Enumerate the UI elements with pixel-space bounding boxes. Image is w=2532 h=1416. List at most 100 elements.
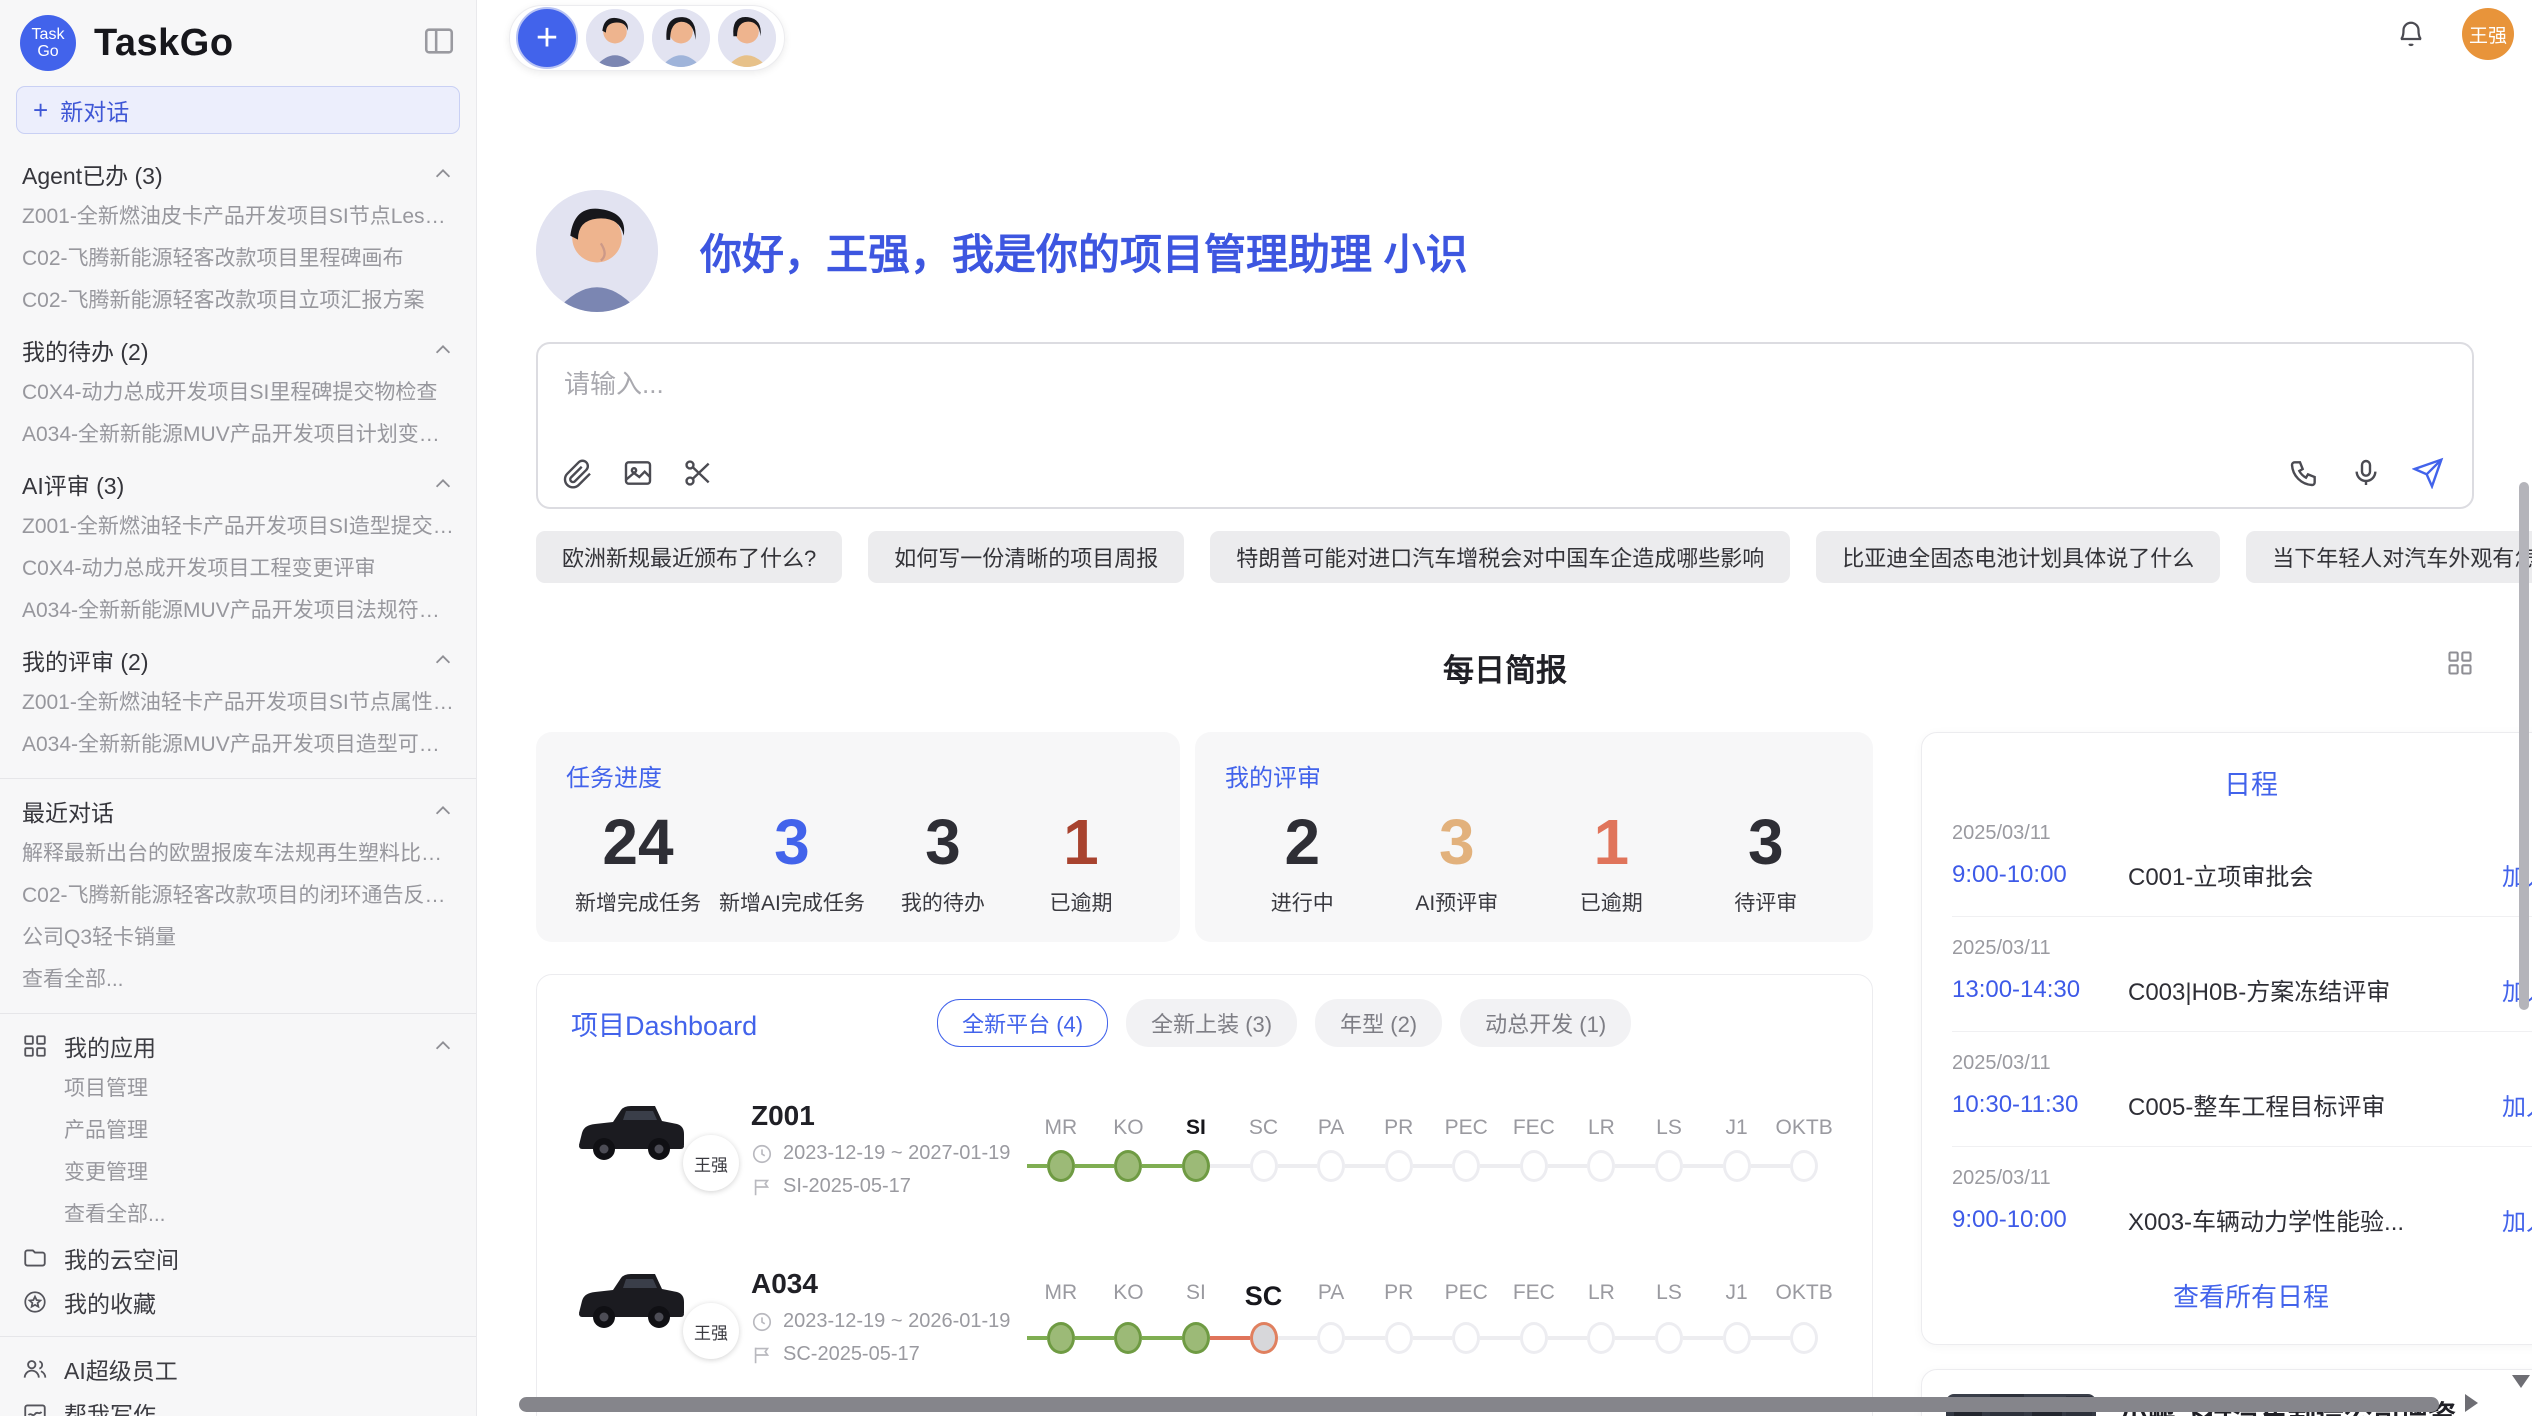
dashboard-title: 项目Dashboard — [571, 1004, 757, 1043]
stat-item: 3新增AI完成任务 — [719, 803, 865, 917]
dashboard-tab[interactable]: 年型 (2) — [1315, 999, 1442, 1047]
milestone-cell — [1230, 1322, 1298, 1354]
milestone-node[interactable] — [1182, 1150, 1210, 1182]
milestone-node[interactable] — [1520, 1150, 1548, 1182]
notification-bell-icon[interactable] — [2396, 19, 2426, 49]
vertical-scrollbar[interactable] — [2519, 482, 2529, 1010]
sidebar-link-我的云空间[interactable]: 我的云空间 — [22, 1236, 454, 1280]
milestone-node[interactable] — [1790, 1322, 1818, 1354]
milestone-node[interactable] — [1047, 1150, 1075, 1182]
app-menu-item[interactable]: 项目管理 — [22, 1068, 454, 1110]
sidebar-task-item[interactable]: C02-飞腾新能源轻客改款项目立项汇报方案 — [22, 280, 454, 322]
add-member-button[interactable]: + — [516, 7, 578, 69]
milestone-node[interactable] — [1723, 1150, 1751, 1182]
member-avatar[interactable] — [718, 9, 776, 67]
layout-grid-icon[interactable] — [2446, 649, 2474, 677]
sidebar-task-item[interactable]: A034-全新新能源MUV产品开发项目计划变更表编写 — [22, 414, 454, 456]
view-all-chats-link[interactable]: 查看全部... — [22, 959, 454, 1001]
member-avatar[interactable] — [586, 9, 644, 67]
suggestion-chip[interactable]: 当下年轻人对汽车外观有怎样的喜好趋势 — [2246, 531, 2532, 583]
project-period: 2023-12-19 ~ 2026-01-19 — [783, 1310, 1010, 1333]
sidebar-link-我的收藏[interactable]: 我的收藏 — [22, 1280, 454, 1324]
milestone-node[interactable] — [1587, 1150, 1615, 1182]
new-chat-button[interactable]: + 新对话 — [16, 86, 460, 134]
my-apps-header[interactable]: 我的应用 — [22, 1024, 454, 1068]
milestone-node[interactable] — [1250, 1322, 1278, 1354]
recent-chat-item[interactable]: 解释最新出台的欧盟报废车法规再生塑料比例被调至15%... — [22, 833, 454, 875]
chat-input-box[interactable] — [536, 342, 2474, 509]
milestone-node[interactable] — [1723, 1322, 1751, 1354]
milestone-node[interactable] — [1114, 1150, 1142, 1182]
scroll-down-arrow[interactable] — [2512, 1375, 2530, 1388]
milestone-node[interactable] — [1047, 1322, 1075, 1354]
milestone-segment — [1480, 1164, 1500, 1168]
milestone-node[interactable] — [1655, 1150, 1683, 1182]
attachment-icon[interactable] — [562, 457, 594, 489]
dashboard-tab[interactable]: 动总开发 (1) — [1460, 999, 1631, 1047]
sidebar-task-item[interactable]: C0X4-动力总成开发项目SI里程碑提交物检查 — [22, 372, 454, 414]
join-meeting-link[interactable]: 加入 — [2502, 1202, 2532, 1237]
milestone-node[interactable] — [1114, 1322, 1142, 1354]
sidebar-section-header: Agent已办 (3) — [22, 152, 454, 196]
app-menu-item[interactable]: 产品管理 — [22, 1110, 454, 1152]
milestone-segment — [1345, 1164, 1365, 1168]
schedule-line: 9:00-10:00C001-立项审批会加入 — [1952, 857, 2532, 892]
suggestion-chip[interactable]: 比亚迪全固态电池计划具体说了什么 — [1816, 531, 2220, 583]
milestone-segment — [1413, 1336, 1433, 1340]
milestone-node[interactable] — [1385, 1322, 1413, 1354]
phone-icon[interactable] — [2288, 457, 2320, 489]
horizontal-scrollbar[interactable] — [519, 1397, 2439, 1412]
sidebar-task-item[interactable]: A034-全新新能源MUV产品开发项目法规符合性评审 — [22, 590, 454, 632]
chevron-up-icon[interactable] — [432, 163, 454, 185]
recent-chat-item[interactable]: 公司Q3轻卡销量 — [22, 917, 454, 959]
stat-value: 2 — [1242, 803, 1362, 881]
milestone-node[interactable] — [1790, 1150, 1818, 1182]
chat-input[interactable] — [562, 368, 2448, 401]
user-avatar[interactable]: 王强 — [2462, 8, 2514, 60]
milestone-cell — [1568, 1150, 1636, 1182]
sidebar-tool-帮我写作[interactable]: 帮我写作 — [22, 1391, 454, 1416]
sidebar-task-item[interactable]: Z001-全新燃油轻卡产品开发项目SI节点属性5D文件评审 — [22, 682, 454, 724]
milestone-node[interactable] — [1655, 1322, 1683, 1354]
milestone-node[interactable] — [1250, 1150, 1278, 1182]
join-meeting-link[interactable]: 加入 — [2502, 1087, 2532, 1122]
recent-chat-item[interactable]: C02-飞腾新能源轻客改款项目的闭环通告反馈情况 — [22, 875, 454, 917]
sidebar-task-item[interactable]: A034-全新新能源MUV产品开发项目造型可行性评审 — [22, 724, 454, 766]
milestone-node[interactable] — [1182, 1322, 1210, 1354]
dashboard-tab[interactable]: 全新平台 (4) — [937, 999, 1108, 1047]
milestone-segment — [1075, 1336, 1095, 1340]
scissors-icon[interactable] — [682, 457, 714, 489]
milestone-segment — [1142, 1336, 1162, 1340]
suggestion-chip[interactable]: 欧洲新规最近颁布了什么? — [536, 531, 842, 583]
sidebar-task-item[interactable]: Z001-全新燃油轻卡产品开发项目SI造型提交物评审 — [22, 506, 454, 548]
sidebar-task-item[interactable]: C0X4-动力总成开发项目工程变更评审 — [22, 548, 454, 590]
milestone-node[interactable] — [1587, 1322, 1615, 1354]
send-icon[interactable] — [2412, 457, 2444, 489]
chevron-up-icon[interactable] — [432, 339, 454, 361]
member-avatar[interactable] — [652, 9, 710, 67]
scroll-right-arrow[interactable] — [2465, 1394, 2478, 1412]
milestone-node[interactable] — [1317, 1322, 1345, 1354]
sidebar-tool-AI超级员工[interactable]: AI超级员工 — [22, 1347, 454, 1391]
suggestion-chip[interactable]: 如何写一份清晰的项目周报 — [868, 531, 1184, 583]
chevron-up-icon[interactable] — [432, 649, 454, 671]
view-all-apps-link[interactable]: 查看全部... — [22, 1194, 454, 1236]
chevron-up-icon[interactable] — [432, 473, 454, 495]
milestone-node[interactable] — [1452, 1150, 1480, 1182]
app-menu-item[interactable]: 变更管理 — [22, 1152, 454, 1194]
sidebar-task-item[interactable]: C02-飞腾新能源轻客改款项目里程碑画布 — [22, 238, 454, 280]
dashboard-tab[interactable]: 全新上装 (3) — [1126, 999, 1297, 1047]
collapse-sidebar-icon[interactable] — [422, 24, 456, 58]
milestone-node[interactable] — [1317, 1150, 1345, 1182]
sidebar-task-item[interactable]: Z001-全新燃油皮卡产品开发项目SI节点Lesson Learn报告 — [22, 196, 454, 238]
microphone-icon[interactable] — [2350, 457, 2382, 489]
milestone-node[interactable] — [1452, 1322, 1480, 1354]
chevron-up-icon[interactable] — [432, 800, 454, 822]
input-tools-right — [2288, 457, 2444, 489]
milestone-node[interactable] — [1385, 1150, 1413, 1182]
view-all-schedule-link[interactable]: 查看所有日程 — [1952, 1261, 2532, 1324]
suggestion-chip[interactable]: 特朗普可能对进口汽车增税会对中国车企造成哪些影响 — [1210, 531, 1790, 583]
milestone-node[interactable] — [1520, 1322, 1548, 1354]
chevron-up-icon[interactable] — [432, 1035, 454, 1057]
image-icon[interactable] — [622, 457, 654, 489]
